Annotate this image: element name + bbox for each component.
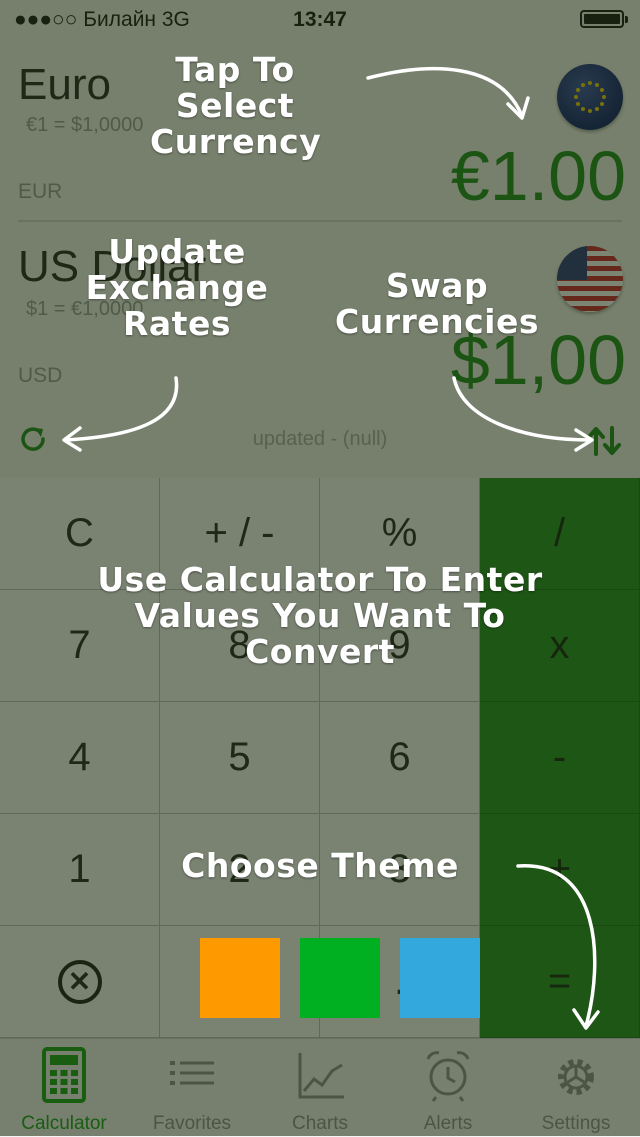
arrow-to-flag — [366, 66, 524, 118]
arrow-to-swap — [452, 376, 592, 442]
tutorial-arrows — [62, 66, 600, 1030]
arrow-to-theme — [516, 864, 597, 1028]
arrow-to-refresh — [64, 376, 179, 442]
